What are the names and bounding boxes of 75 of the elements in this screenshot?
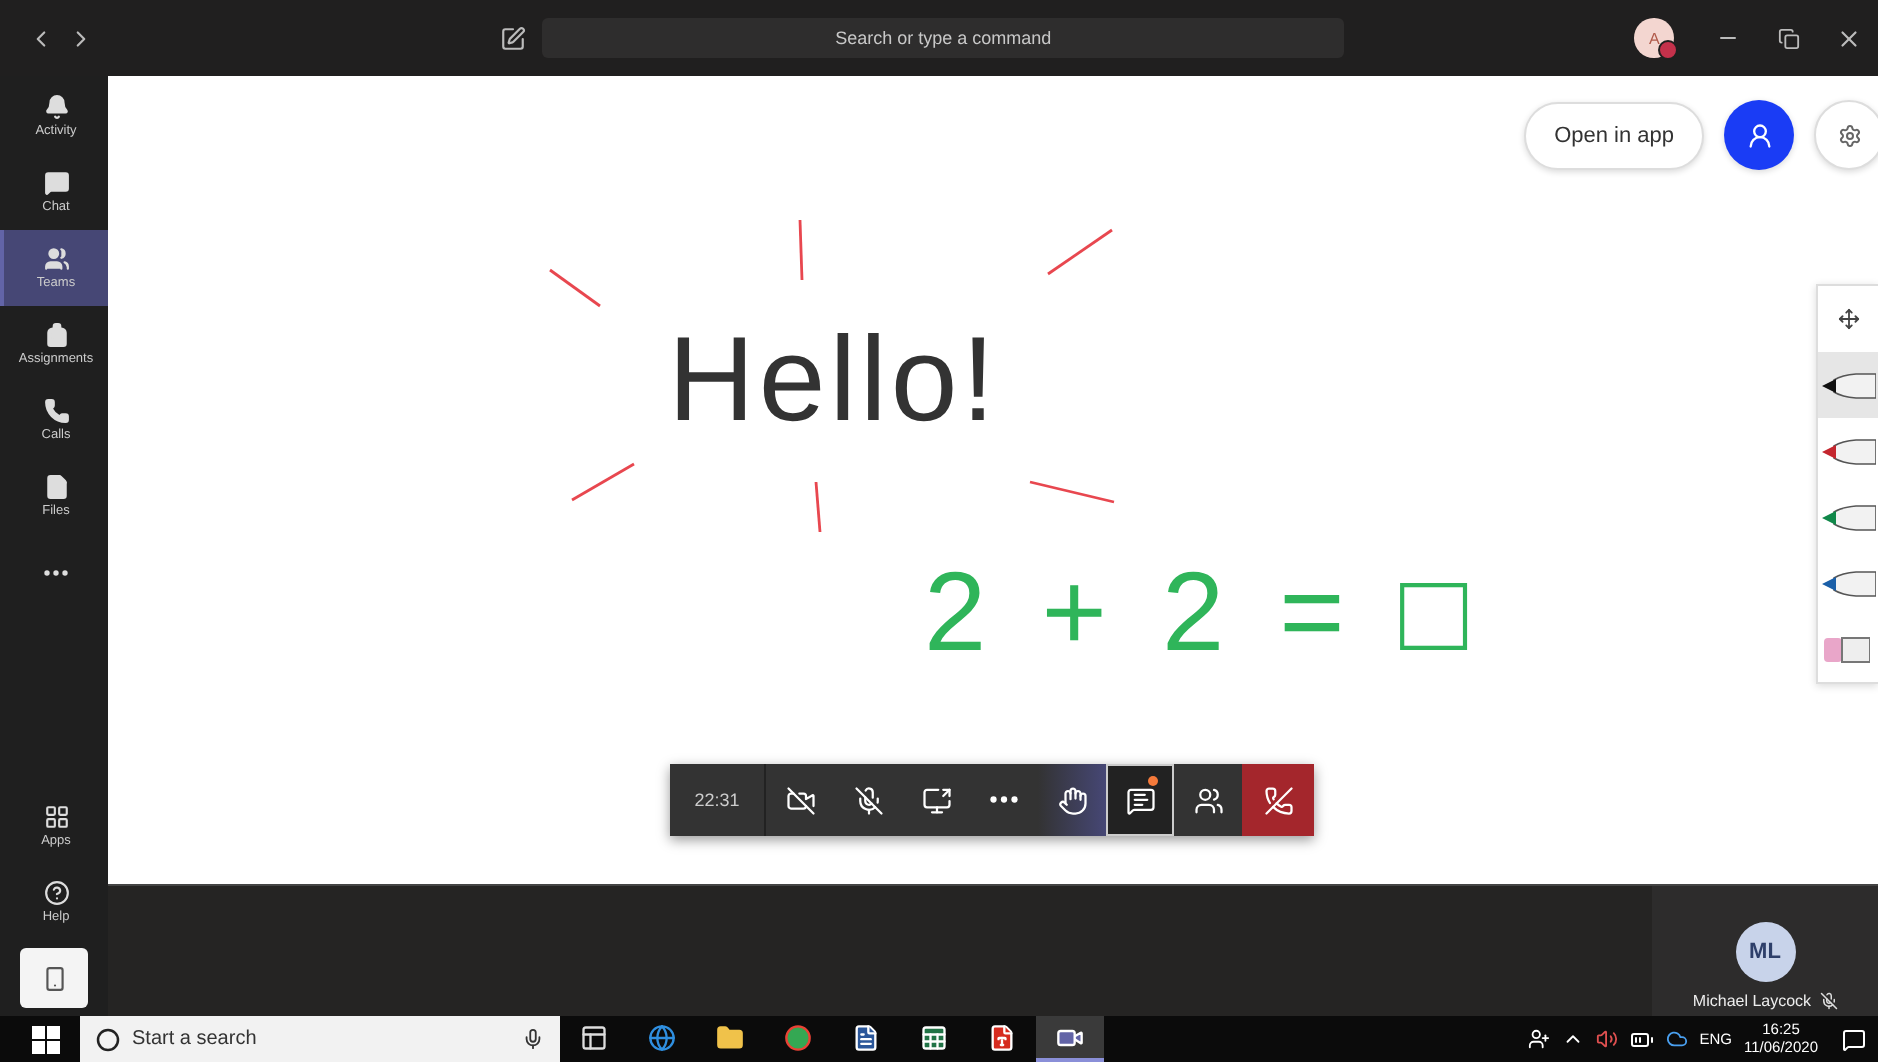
whiteboard-canvas[interactable]: Hello! 2 + 2 = □ Open in app 22:31 xyxy=(108,76,1878,884)
close-icon[interactable] xyxy=(1835,25,1861,51)
more-button[interactable] xyxy=(44,569,68,575)
eraser-icon xyxy=(1822,635,1870,663)
phone-icon xyxy=(43,398,69,424)
camera-button[interactable] xyxy=(766,764,834,836)
task-view-icon xyxy=(580,1023,608,1051)
avatar[interactable]: A xyxy=(1634,18,1674,58)
folder-icon xyxy=(716,1023,744,1051)
apps-icon xyxy=(43,804,69,830)
handwritten-text: 2 + 2 = □ xyxy=(924,556,1480,668)
share-screen-icon xyxy=(921,785,951,815)
taskbar-app[interactable] xyxy=(1036,1016,1104,1062)
device-button[interactable] xyxy=(20,948,88,1008)
taskbar-search-field[interactable]: Start a search xyxy=(80,1016,560,1062)
camera-off-icon xyxy=(785,785,815,815)
more-icon xyxy=(44,569,68,575)
compose-icon[interactable] xyxy=(499,25,525,51)
move-tool[interactable] xyxy=(1818,286,1878,352)
open-in-app-button[interactable]: Open in app xyxy=(1524,101,1704,169)
presence-dot xyxy=(1658,40,1678,60)
hand-icon xyxy=(1057,785,1087,815)
microphone-off-icon xyxy=(853,785,883,815)
cloud-icon[interactable] xyxy=(1665,1028,1688,1050)
raise-hand-button[interactable] xyxy=(1038,764,1106,836)
search-icon xyxy=(96,1027,120,1051)
restore-icon[interactable] xyxy=(1777,27,1799,49)
search-field[interactable]: Search or type a command xyxy=(542,18,1345,58)
pen-tool[interactable] xyxy=(1818,352,1878,418)
battery-icon[interactable] xyxy=(1629,1027,1654,1051)
people-icon[interactable] xyxy=(1527,1028,1550,1050)
settings-icon xyxy=(1837,123,1861,147)
windows-logo-icon[interactable] xyxy=(32,1025,60,1053)
invite-button[interactable] xyxy=(1724,100,1794,170)
phone-device-icon xyxy=(41,965,67,991)
pen-icon xyxy=(1822,503,1876,531)
person-icon xyxy=(1745,121,1773,149)
move-icon xyxy=(1838,308,1860,330)
settings-button[interactable] xyxy=(1814,100,1878,170)
ink-stroke xyxy=(812,478,824,536)
pen-icon xyxy=(1822,371,1876,399)
chat-bubble-icon xyxy=(43,170,69,196)
backpack-icon xyxy=(43,322,69,348)
hang-up-button[interactable] xyxy=(1242,764,1314,836)
pdf-app-icon xyxy=(988,1023,1016,1051)
ink-stroke xyxy=(546,266,604,310)
chat-button[interactable] xyxy=(1106,764,1174,836)
people-icon xyxy=(1193,785,1223,815)
participant-name: Michael Laycock xyxy=(1692,992,1812,1010)
search-field[interactable]: Start a search xyxy=(132,1028,510,1050)
more-icon xyxy=(990,796,1018,804)
microphone-off-icon xyxy=(1819,992,1838,1010)
eraser-tool[interactable] xyxy=(1818,616,1878,682)
handwritten-text: Hello! xyxy=(668,320,999,440)
notification-icon[interactable] xyxy=(1842,1027,1866,1051)
pen-icon xyxy=(1822,569,1876,597)
speaker-icon[interactable] xyxy=(1595,1028,1618,1050)
pen-icon xyxy=(1822,437,1876,465)
hang-up-icon xyxy=(1263,785,1293,815)
microphone-icon xyxy=(522,1028,544,1050)
spreadsheet-app-icon xyxy=(920,1023,948,1051)
file-icon xyxy=(43,474,69,500)
ink-stroke xyxy=(1044,226,1116,278)
people-icon xyxy=(43,246,69,272)
ink-stroke xyxy=(796,216,806,284)
bell-icon xyxy=(43,94,69,120)
document-app-icon xyxy=(852,1023,880,1051)
browser-icon xyxy=(648,1023,676,1051)
round-app-icon xyxy=(784,1023,812,1051)
help-icon xyxy=(43,880,69,906)
chat-bubble-icon xyxy=(1125,785,1155,815)
participant-avatar: ML xyxy=(1735,922,1795,982)
participants-button[interactable] xyxy=(1174,764,1242,836)
ink-stroke xyxy=(1026,478,1118,506)
ink-stroke xyxy=(568,460,638,504)
